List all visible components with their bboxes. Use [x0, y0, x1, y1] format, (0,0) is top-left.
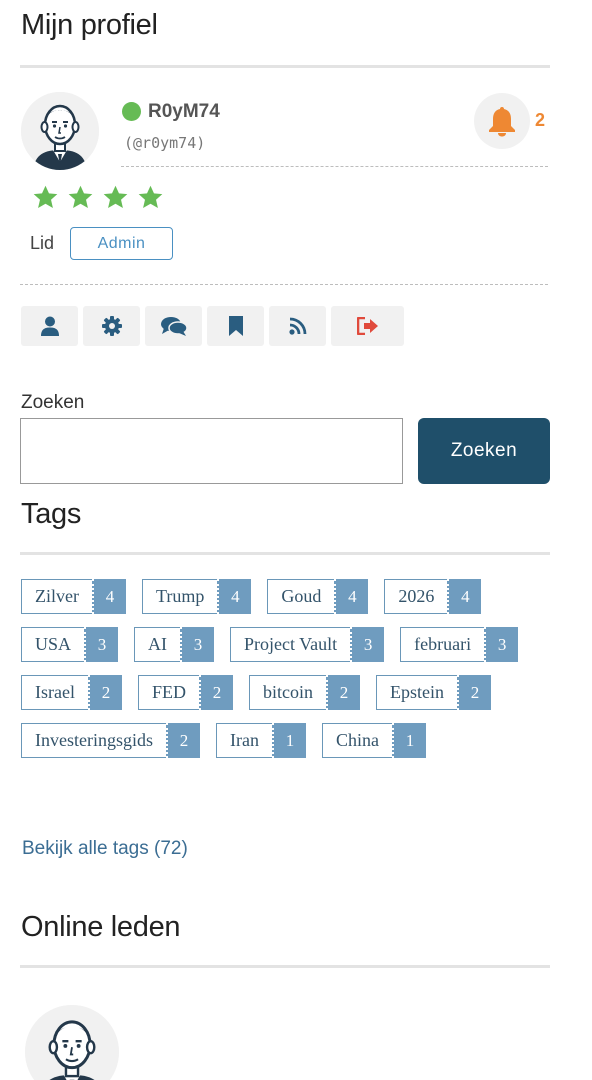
username[interactable]: R0yM74: [148, 101, 220, 123]
tags-title: Tags: [21, 498, 82, 530]
tags-divider: [20, 552, 550, 555]
profile-title: Mijn profiel: [21, 9, 158, 41]
online-status-dot: [122, 102, 141, 121]
tag-count: 3: [484, 627, 519, 662]
tag-link[interactable]: 2026 4: [384, 579, 482, 614]
search-button[interactable]: Zoeken: [418, 418, 550, 484]
tag-count: 2: [199, 675, 233, 710]
tag-count: 1: [271, 723, 306, 758]
profile-action-settings[interactable]: [83, 306, 140, 346]
tag-link[interactable]: Israel 2: [21, 675, 122, 710]
tag-link[interactable]: Zilver 4: [21, 579, 126, 614]
notification-count: 2: [535, 110, 546, 130]
tag-count: 4: [447, 579, 482, 614]
profile-action-feed[interactable]: [269, 306, 326, 346]
tag-name: Iran: [215, 723, 272, 758]
tag-name: USA: [21, 627, 85, 662]
online-member-avatar[interactable]: [25, 1005, 119, 1080]
tag-link[interactable]: Investeringsgids 2: [21, 723, 200, 758]
bookmark-icon: [228, 316, 243, 336]
admin-badge[interactable]: Admin: [70, 227, 173, 260]
profile-action-logout[interactable]: [331, 306, 404, 346]
tag-link[interactable]: februari 3: [400, 627, 519, 662]
star-icon: [33, 185, 58, 208]
view-all-tags-link[interactable]: Bekijk alle tags (72): [22, 838, 188, 860]
tag-name: Zilver: [21, 579, 92, 614]
tag-count: 4: [217, 579, 252, 614]
gear-icon: [101, 316, 122, 336]
tag-link[interactable]: China 1: [321, 723, 426, 758]
star-icon: [68, 185, 93, 208]
online-members-divider: [20, 965, 550, 968]
tag-link[interactable]: Goud 4: [267, 579, 369, 614]
avatar-portrait-icon: [21, 92, 99, 170]
tag-name: Epstein: [376, 675, 457, 710]
sign-out-icon: [356, 317, 378, 335]
tag-link[interactable]: USA 3: [21, 627, 119, 662]
star-icon: [138, 185, 163, 208]
profile-action-messages[interactable]: [145, 306, 202, 346]
tag-name: Project Vault: [230, 627, 351, 662]
tag-cloud: Zilver 4 Trump 4 Goud 4 2026 4 USA 3 AI 3 Proj…: [21, 579, 556, 758]
user-icon: [40, 316, 59, 336]
tag-name: Investeringsgids: [21, 723, 166, 758]
tag-link[interactable]: Epstein 2: [376, 675, 491, 710]
search-label: Zoeken: [21, 392, 85, 413]
tag-count: 2: [87, 675, 122, 710]
tag-name: 2026: [384, 579, 448, 614]
tag-link[interactable]: Project Vault 3: [230, 627, 385, 662]
rss-icon: [288, 317, 306, 335]
tag-name: FED: [137, 675, 199, 710]
tag-count: 3: [180, 627, 215, 662]
avatar-portrait-icon: [25, 1005, 119, 1080]
tag-link[interactable]: Iran 1: [215, 723, 306, 758]
profile-actions-divider: [20, 284, 548, 285]
star-icon: [103, 185, 128, 208]
tag-count: 2: [326, 675, 360, 710]
tag-name: Israel: [21, 675, 88, 710]
tag-name: bitcoin: [249, 675, 326, 710]
member-role-label: Lid: [30, 233, 55, 253]
tag-count: 2: [457, 675, 491, 710]
tag-count: 3: [84, 627, 119, 662]
comments-icon: [160, 317, 187, 336]
user-handle: (@r0ym74): [124, 134, 206, 152]
tag-count: 4: [334, 579, 369, 614]
tag-count: 1: [391, 723, 426, 758]
tag-count: 2: [165, 723, 200, 758]
profile-action-user[interactable]: [21, 306, 78, 346]
bell-icon: [489, 107, 515, 137]
user-rating: [32, 184, 164, 211]
tag-name: februari: [400, 627, 485, 662]
tag-name: Goud: [267, 579, 335, 614]
notifications-button[interactable]: [474, 93, 530, 149]
profile-action-bar: [21, 306, 404, 346]
tag-name: AI: [134, 627, 181, 662]
profile-divider: [20, 65, 550, 68]
tag-link[interactable]: FED 2: [137, 675, 233, 710]
user-avatar[interactable]: [21, 92, 99, 170]
tag-link[interactable]: Trump 4: [141, 579, 252, 614]
tag-name: China: [321, 723, 392, 758]
tag-link[interactable]: bitcoin 2: [249, 675, 360, 710]
tag-link[interactable]: AI 3: [134, 627, 215, 662]
tag-count: 4: [91, 579, 126, 614]
tag-name: Trump: [141, 579, 218, 614]
search-input[interactable]: [20, 418, 403, 484]
online-members-title: Online leden: [21, 911, 181, 943]
profile-action-bookmarks[interactable]: [207, 306, 264, 346]
tag-count: 3: [350, 627, 385, 662]
profile-header-divider: [121, 166, 548, 167]
